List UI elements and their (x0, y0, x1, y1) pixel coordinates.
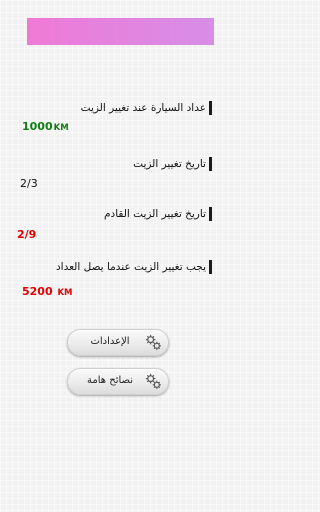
label-bar (209, 260, 212, 274)
last-change-date-label: تاريخ تغيير الزيت (133, 158, 206, 170)
gears-icon (145, 334, 161, 350)
target-odometer-number: 5200 (22, 285, 53, 298)
odometer-label-row: عداد السيارة عند تغيير الزيت (81, 101, 212, 115)
last-change-date-label-row: تاريخ تغيير الزيت (133, 157, 212, 171)
label-bar (209, 157, 212, 171)
target-odometer-label-row: يجب تغيير الزيت عندما يصل العداد (56, 260, 212, 274)
target-odometer-value: 5200 KM (22, 285, 73, 298)
settings-button[interactable]: الإعدادات (67, 329, 169, 356)
next-change-date-label-row: تاريخ تغيير الزيت القادم (104, 207, 212, 221)
target-odometer-unit: KM (57, 288, 73, 298)
label-bar (209, 207, 212, 221)
gears-icon (145, 373, 161, 389)
odometer-unit: KM (53, 123, 69, 133)
label-bar (209, 101, 212, 115)
header-banner (27, 18, 214, 45)
next-change-date-label: تاريخ تغيير الزيت القادم (104, 208, 206, 220)
next-change-date-value: 2/9 (17, 228, 37, 241)
last-change-date-value: 2/3 (20, 177, 38, 190)
settings-button-label: الإعدادات (90, 336, 130, 347)
odometer-label: عداد السيارة عند تغيير الزيت (80, 102, 206, 114)
odometer-number: 1000 (22, 120, 53, 133)
tips-button-label: نصائح هامة (87, 375, 133, 386)
tips-button[interactable]: نصائح هامة (67, 368, 169, 395)
odometer-value: 1000KM (22, 120, 69, 133)
target-odometer-label: يجب تغيير الزيت عندما يصل العداد (56, 261, 206, 273)
